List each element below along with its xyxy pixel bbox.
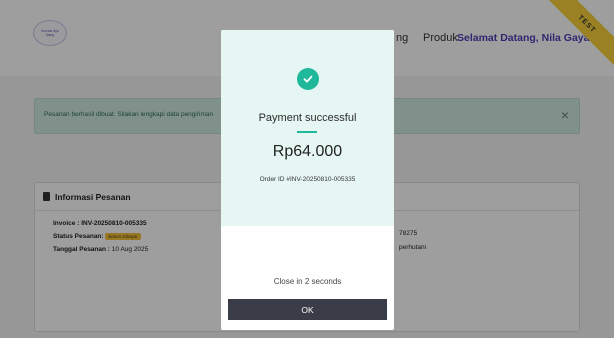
payment-amount: Rp64.000 [272, 143, 343, 160]
check-circle-icon [297, 68, 319, 90]
title-divider [297, 131, 317, 133]
ok-button[interactable]: OK [228, 299, 387, 320]
payment-modal: Payment successful Rp64.000 Order ID #IN… [221, 30, 394, 330]
payment-title: Payment successful [258, 112, 357, 124]
order-id: Order ID #INV-20250810-005335 [259, 176, 356, 183]
modal-header-area: Payment successful Rp64.000 Order ID #IN… [221, 30, 394, 226]
auto-close-text: Close in 2 seconds [273, 277, 342, 286]
